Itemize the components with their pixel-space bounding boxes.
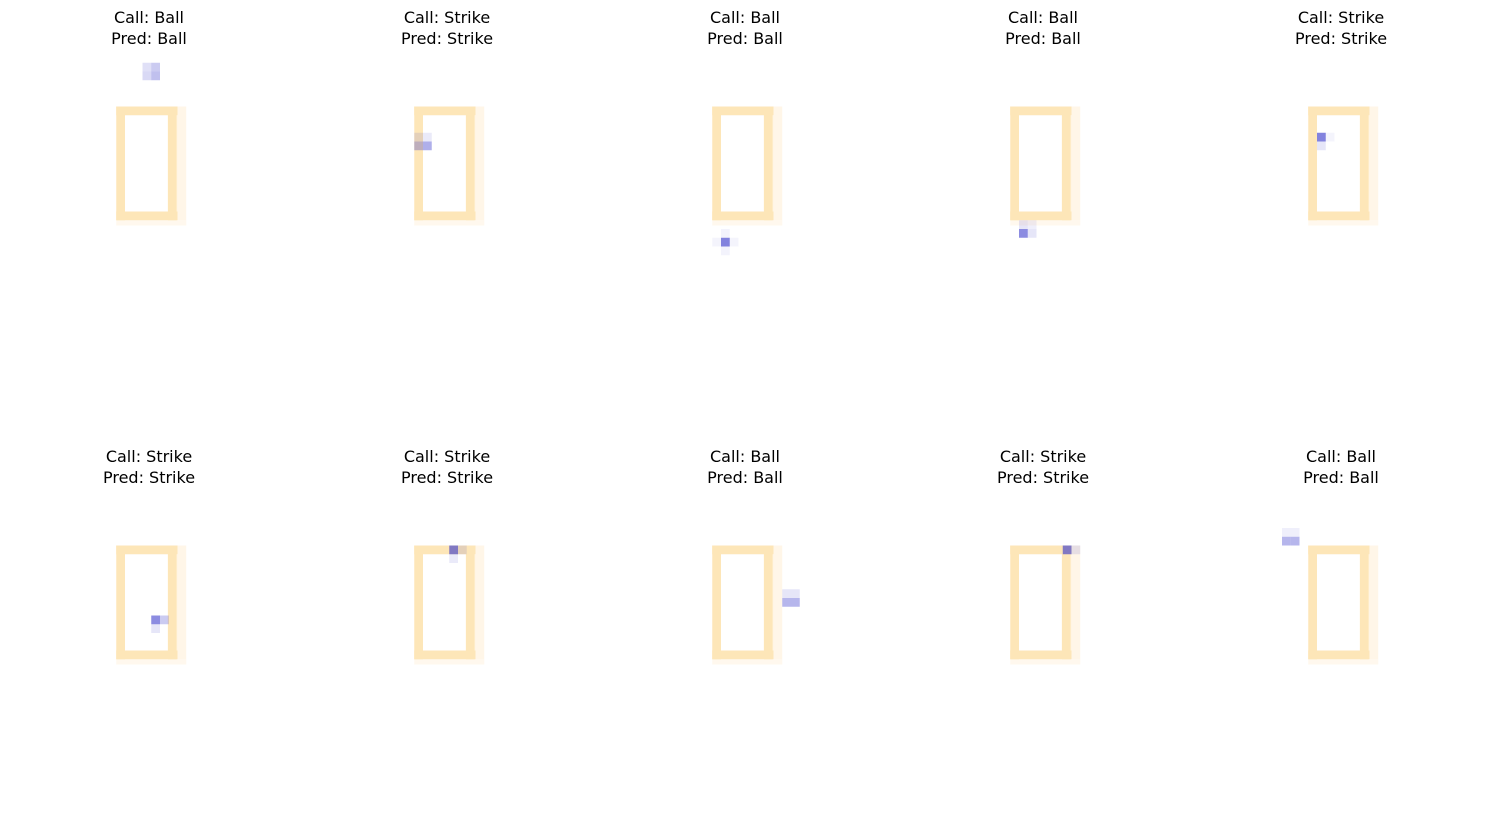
zone-right-edge xyxy=(167,106,177,221)
zone-shadow xyxy=(1308,659,1379,665)
pitch-cell xyxy=(151,615,160,625)
heatmap-plot xyxy=(414,106,485,226)
zone-shadow xyxy=(712,659,783,665)
zone-left-edge xyxy=(712,545,721,660)
zone-right-edge xyxy=(465,106,475,221)
heatmap-plot xyxy=(116,545,187,665)
heatmap-plot xyxy=(712,106,783,256)
panel-2: Call: Strike Pred: Strike xyxy=(298,0,596,392)
zone-shadow xyxy=(414,220,485,226)
pitch-cell xyxy=(1317,141,1326,151)
pitch-cell xyxy=(423,141,432,151)
zone-left-edge xyxy=(414,545,423,660)
panel-5: Call: Strike Pred: Strike xyxy=(1192,0,1490,392)
zone-left-edge xyxy=(116,545,125,660)
zone-right-edge xyxy=(763,545,773,660)
heatmap-plot xyxy=(1308,106,1379,226)
zone-shadow xyxy=(177,106,187,221)
pitch-cell xyxy=(151,624,160,633)
zone-left-edge xyxy=(414,106,423,221)
pitch-cell xyxy=(1282,528,1291,537)
pitch-cell xyxy=(791,598,800,607)
zone-right-edge xyxy=(1061,106,1071,221)
zone-right-edge xyxy=(1061,545,1071,660)
pitch-cell xyxy=(791,589,800,598)
heatmap-plot xyxy=(414,545,485,665)
pitch-cell xyxy=(1019,220,1028,229)
heatmap-plot xyxy=(1010,545,1081,665)
zone-left-edge xyxy=(116,106,125,221)
zone-left-edge xyxy=(1308,106,1317,221)
zone-shadow xyxy=(475,106,485,221)
pitch-cell xyxy=(160,615,169,625)
zone-left-edge xyxy=(712,106,721,221)
pitch-cell xyxy=(1290,536,1300,546)
panel-9: Call: Strike Pred: Strike xyxy=(894,439,1192,831)
pitch-cell xyxy=(1062,545,1072,555)
pitch-cell xyxy=(1027,220,1037,229)
zone-shadow xyxy=(773,106,783,221)
heatmap-plot xyxy=(712,545,800,665)
zone-right-edge xyxy=(1359,545,1369,660)
pitch-cell xyxy=(1027,229,1037,238)
pitch-cell xyxy=(414,141,423,151)
panel-3: Call: Ball Pred: Ball xyxy=(596,0,894,392)
panel-10: Call: Ball Pred: Ball xyxy=(1192,439,1490,831)
pitch-cell xyxy=(721,237,730,247)
panel-1: Call: Ball Pred: Ball xyxy=(0,0,298,392)
zone-shadow xyxy=(1308,220,1379,226)
pitch-cell xyxy=(721,246,730,256)
zone-right-edge xyxy=(167,545,177,660)
pitch-cell xyxy=(1325,132,1335,142)
pitch-cell xyxy=(1290,528,1300,537)
heatmap-plot xyxy=(116,62,187,226)
pitch-cell xyxy=(449,554,458,563)
heatmap-plot xyxy=(1010,106,1081,238)
zone-shadow xyxy=(1010,659,1081,665)
zone-shadow xyxy=(116,220,187,226)
zone-shadow xyxy=(1369,106,1379,221)
zone-right-edge xyxy=(763,106,773,221)
pitch-cell xyxy=(142,62,152,72)
heatmap-plot xyxy=(1282,528,1379,665)
pitch-cell xyxy=(1019,229,1028,238)
pitch-cell xyxy=(423,132,432,142)
zone-shadow xyxy=(773,545,783,660)
pitch-cell xyxy=(729,237,739,247)
panel-4: Call: Ball Pred: Ball xyxy=(894,0,1192,392)
panel-7: Call: Strike Pred: Strike xyxy=(298,439,596,831)
zone-right-edge xyxy=(1359,106,1369,221)
pitch-cell xyxy=(782,598,791,607)
pitch-cell xyxy=(151,71,160,81)
zone-shadow xyxy=(414,659,485,665)
zone-shadow xyxy=(177,545,187,660)
pitch-cell xyxy=(1317,132,1326,142)
pitch-cell xyxy=(449,545,458,555)
pitch-cell xyxy=(782,589,791,598)
zone-shadow xyxy=(1071,545,1081,660)
pitch-cell xyxy=(1282,536,1291,546)
zone-left-edge xyxy=(1010,106,1019,221)
pitch-cell xyxy=(142,71,152,81)
zone-left-edge xyxy=(1308,545,1317,660)
pitch-cell xyxy=(1071,545,1081,555)
zone-shadow xyxy=(1071,106,1081,221)
zone-left-edge xyxy=(1010,545,1019,660)
pitch-cell xyxy=(712,237,721,247)
zone-shadow xyxy=(475,545,485,660)
panel-6: Call: Strike Pred: Strike xyxy=(0,439,298,831)
pitch-cell xyxy=(151,62,160,72)
zone-shadow xyxy=(712,220,783,226)
zone-right-edge xyxy=(465,545,475,660)
pitch-cell xyxy=(414,132,423,142)
zone-shadow xyxy=(116,659,187,665)
pitch-cell xyxy=(721,229,730,238)
pitch-cell xyxy=(458,545,467,555)
panel-8: Call: Ball Pred: Ball xyxy=(596,439,894,831)
zone-shadow xyxy=(1369,545,1379,660)
